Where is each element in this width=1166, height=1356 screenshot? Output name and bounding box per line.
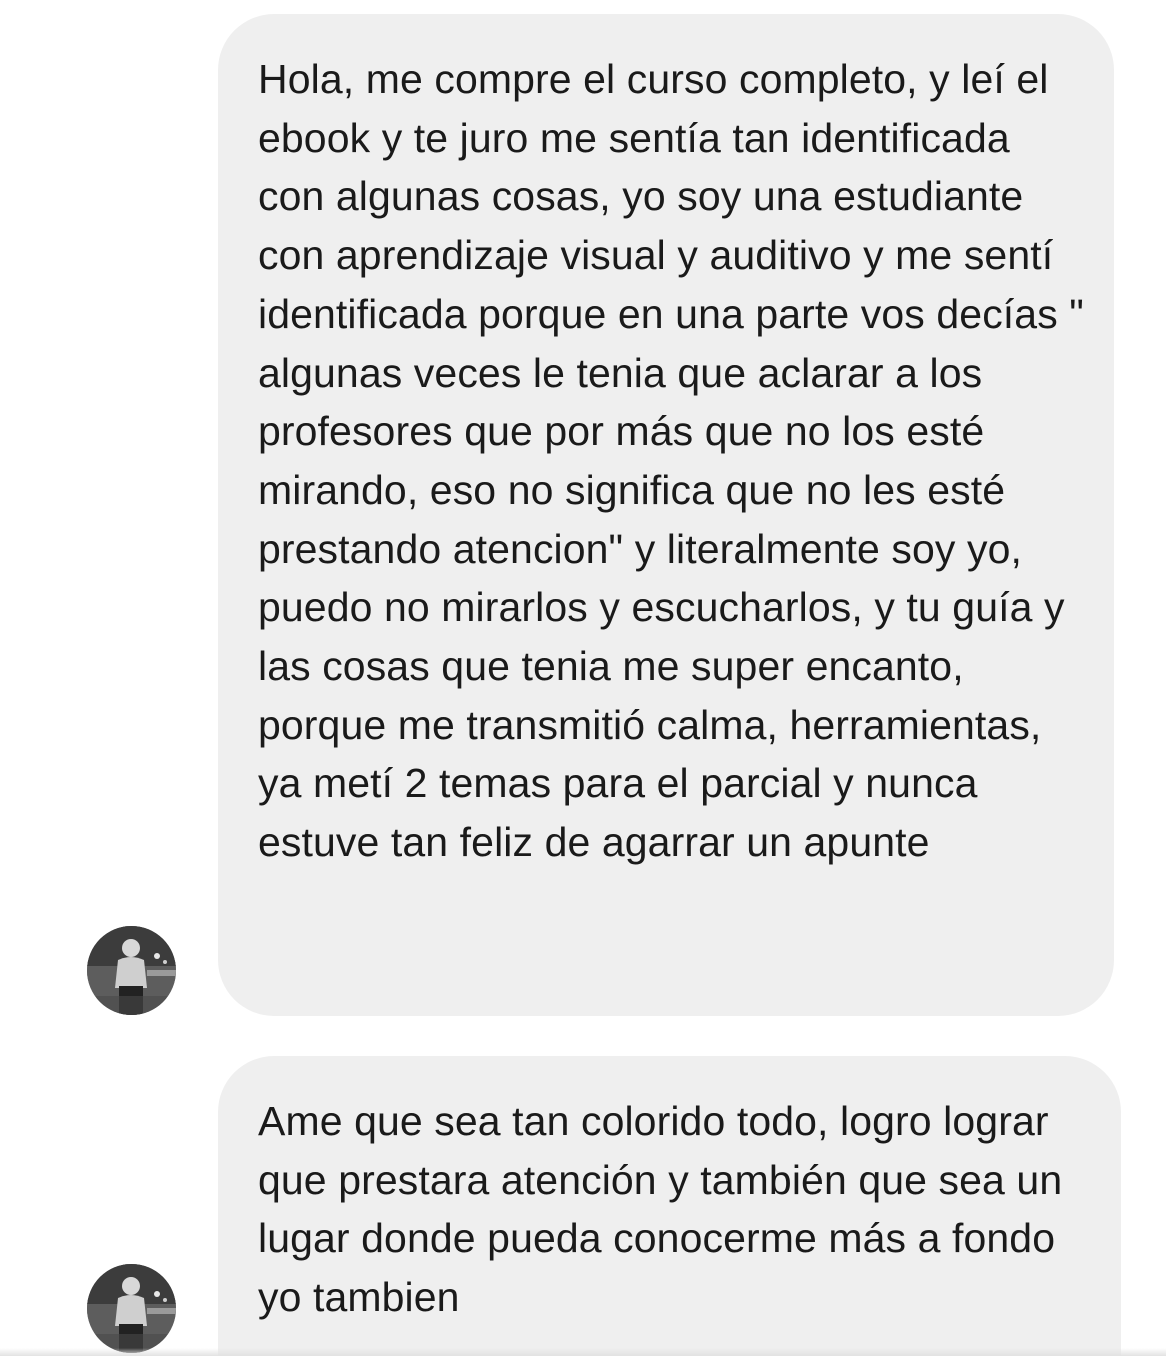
sender-avatar[interactable] [87, 926, 176, 1015]
message-bubble[interactable]: Ame que sea tan colorido todo, logro log… [218, 1056, 1121, 1356]
user-avatar-photo-icon [87, 926, 176, 1015]
message-text: Ame que sea tan colorido todo, logro log… [258, 1098, 1063, 1321]
bottom-divider [0, 1348, 1166, 1356]
message-text: Hola, me compre el curso completo, y leí… [258, 56, 1084, 866]
user-avatar-photo-icon [87, 1264, 176, 1353]
sender-avatar[interactable] [87, 1264, 176, 1353]
message-bubble[interactable]: Hola, me compre el curso completo, y leí… [218, 14, 1114, 1016]
message-thread: Hola, me compre el curso completo, y leí… [0, 0, 1166, 1356]
